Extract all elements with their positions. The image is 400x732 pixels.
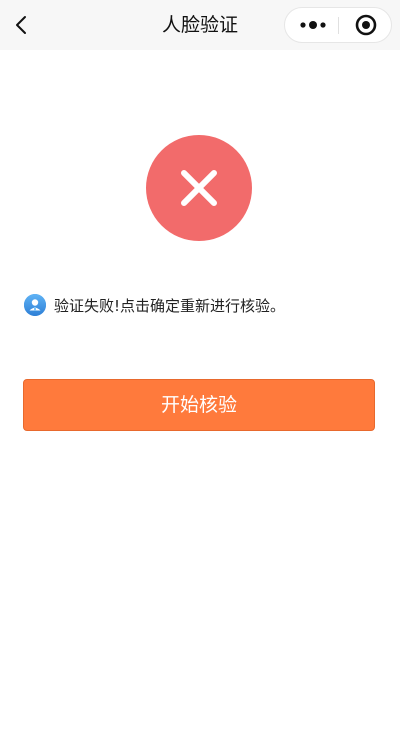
status-message-text: 验证失败!点击确定重新进行核验。	[54, 296, 286, 315]
close-x-icon	[181, 170, 217, 206]
more-menu-button[interactable]	[285, 8, 339, 42]
start-verification-button[interactable]: 开始核验	[23, 379, 375, 431]
back-button[interactable]	[8, 10, 38, 40]
chevron-left-icon	[16, 16, 26, 34]
main-content: 验证失败!点击确定重新进行核验。 开始核验	[0, 50, 400, 732]
status-message: 验证失败!点击确定重新进行核验。	[24, 292, 285, 318]
target-circle-icon	[355, 14, 377, 36]
error-status-badge	[146, 135, 252, 241]
mini-program-capsule	[284, 7, 392, 43]
close-mini-program-button[interactable]	[339, 8, 393, 42]
navigation-bar: 人脸验证	[0, 0, 400, 50]
more-dots-icon	[300, 21, 326, 29]
user-badge-icon	[24, 294, 46, 316]
